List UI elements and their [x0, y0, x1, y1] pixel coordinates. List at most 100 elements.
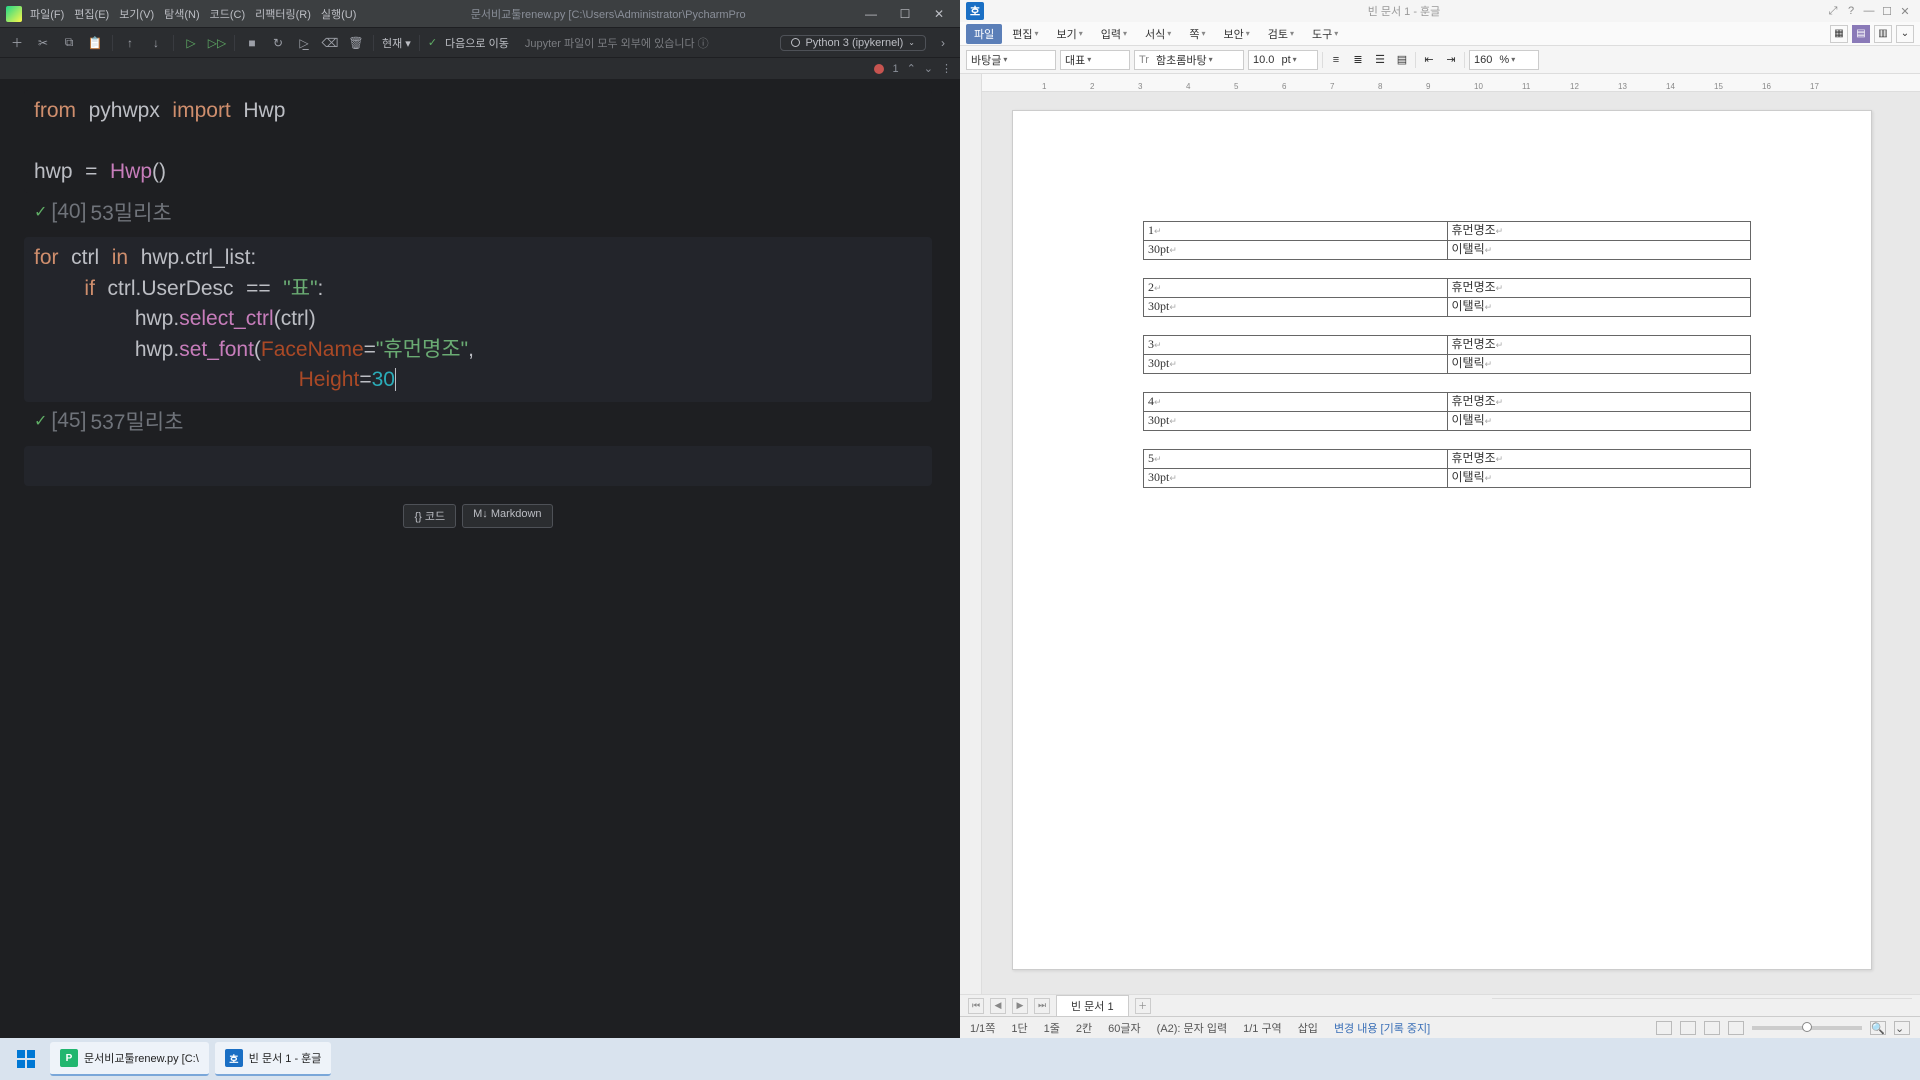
- zoom-fit-icon[interactable]: 🔍: [1870, 1021, 1886, 1035]
- para-combo[interactable]: 대표▾: [1060, 50, 1130, 70]
- close-button[interactable]: ✕: [924, 7, 954, 21]
- horizontal-scrollbar[interactable]: [1492, 998, 1912, 1014]
- move-down-icon[interactable]: ↓: [147, 34, 165, 52]
- move-up-icon[interactable]: ↑: [121, 34, 139, 52]
- status-col: 2칸: [1076, 1020, 1092, 1036]
- ruler-tick: 6: [1282, 82, 1286, 91]
- run-config-dropdown[interactable]: 현재 ▾: [382, 35, 411, 51]
- indent-icon[interactable]: ⇤: [1420, 51, 1438, 69]
- delete-icon[interactable]: 🗑: [347, 34, 365, 52]
- taskbar-app[interactable]: P문서비교툴renew.py [C:\: [50, 1042, 209, 1076]
- view-mode-4-icon[interactable]: [1728, 1021, 1744, 1035]
- maximize-button[interactable]: ☐: [890, 7, 920, 21]
- zoom-slider[interactable]: [1752, 1026, 1862, 1030]
- ruler-tick: 9: [1426, 82, 1430, 91]
- notebook-editor[interactable]: from pyhwpx import Hwp hwp = Hwp()✓[40] …: [0, 80, 960, 1038]
- zoom-menu-icon[interactable]: ⌄: [1894, 1021, 1910, 1035]
- align-center-icon[interactable]: ≣: [1349, 51, 1367, 69]
- add-markdown-cell-button[interactable]: M↓ Markdown: [462, 504, 552, 528]
- minimize-button[interactable]: —: [856, 7, 886, 21]
- run-all-icon[interactable]: ▷▷: [208, 34, 226, 52]
- copy-icon[interactable]: ⧉: [60, 34, 78, 52]
- tab-last-icon[interactable]: ⏭: [1034, 998, 1050, 1014]
- restart-icon[interactable]: ↻: [269, 34, 287, 52]
- view-mode-1-icon[interactable]: [1656, 1021, 1672, 1035]
- error-indicator-icon[interactable]: [874, 64, 884, 74]
- pycharm-menu-item[interactable]: 편집(E): [70, 4, 113, 24]
- fontsize-combo[interactable]: 10.0 pt▾: [1248, 50, 1318, 70]
- clear-icon[interactable]: ⌫: [321, 34, 339, 52]
- page-viewport[interactable]: 1↵휴먼명조↵30pt↵이탤릭↵ 2↵휴먼명조↵30pt↵이탤릭↵ 3↵휴먼명조↵3…: [982, 92, 1920, 994]
- document-table[interactable]: 2↵휴먼명조↵30pt↵이탤릭↵: [1143, 278, 1751, 317]
- paste-icon[interactable]: 📋: [86, 34, 104, 52]
- font-combo[interactable]: Tr 함초롬바탕▾: [1134, 50, 1244, 70]
- pycharm-menu-item[interactable]: 보기(V): [115, 4, 158, 24]
- add-code-cell-button[interactable]: {} 코드: [403, 504, 456, 528]
- pycharm-menu-item[interactable]: 코드(C): [206, 4, 250, 24]
- taskbar-app[interactable]: 호빈 문서 1 - 훈글: [215, 1042, 332, 1076]
- run-above-icon[interactable]: ▷̲: [295, 34, 313, 52]
- nav-up-icon[interactable]: ⌃: [907, 62, 916, 75]
- pycharm-menu-item[interactable]: 파일(F): [26, 4, 68, 24]
- code-cell[interactable]: for ctrl in hwp.ctrl_list: if ctrl.UserD…: [24, 237, 932, 401]
- document-table[interactable]: 1↵휴먼명조↵30pt↵이탤릭↵: [1143, 221, 1751, 260]
- view-mode-3-icon[interactable]: [1704, 1021, 1720, 1035]
- goto-next-label[interactable]: 다음으로 이동: [445, 35, 509, 51]
- hg-maximize-button[interactable]: ☐: [1878, 5, 1896, 18]
- document-table[interactable]: 4↵휴먼명조↵30pt↵이탤릭↵: [1143, 392, 1751, 431]
- zoom-combo[interactable]: 160 %▾: [1469, 50, 1539, 70]
- hangul-menu-item[interactable]: 쪽▾: [1181, 24, 1213, 44]
- align-justify-icon[interactable]: ▤: [1393, 51, 1411, 69]
- view-mode-2-icon[interactable]: [1680, 1021, 1696, 1035]
- pycharm-menu-item[interactable]: 실행(U): [317, 4, 361, 24]
- hg-minimize-button[interactable]: —: [1860, 5, 1878, 17]
- tab-first-icon[interactable]: ⏮: [968, 998, 984, 1014]
- view-toggle-1[interactable]: ▦: [1830, 25, 1848, 43]
- hangul-menu-item[interactable]: 서식▾: [1137, 24, 1179, 44]
- cell-output-status: ✓[40] 53밀리초: [24, 195, 932, 229]
- stop-icon[interactable]: ■: [243, 34, 261, 52]
- add-tab-icon[interactable]: ＋: [1135, 998, 1151, 1014]
- view-toggle-3[interactable]: ▥: [1874, 25, 1892, 43]
- ruler-tick: 10: [1474, 82, 1483, 91]
- pycharm-menu-item[interactable]: 탐색(N): [160, 4, 204, 24]
- code-cell[interactable]: from pyhwpx import Hwp hwp = Hwp(): [24, 90, 932, 193]
- document-page[interactable]: 1↵휴먼명조↵30pt↵이탤릭↵ 2↵휴먼명조↵30pt↵이탤릭↵ 3↵휴먼명조↵3…: [1012, 110, 1872, 970]
- document-table[interactable]: 5↵휴먼명조↵30pt↵이탤릭↵: [1143, 449, 1751, 488]
- add-cell-icon[interactable]: ＋: [8, 34, 26, 52]
- start-button[interactable]: [8, 1042, 44, 1076]
- hangul-title: 빈 문서 1 - 훈글: [984, 3, 1824, 19]
- hangul-menu-item[interactable]: 보안▾: [1215, 24, 1257, 44]
- outdent-icon[interactable]: ⇥: [1442, 51, 1460, 69]
- hangul-statusbar: 1/1쪽 1단 1줄 2칸 60글자 (A2): 문자 입력 1/1 구역 삽입…: [960, 1016, 1920, 1038]
- hangul-menu-item[interactable]: 파일: [966, 24, 1002, 44]
- hangul-menu-item[interactable]: 입력▾: [1093, 24, 1135, 44]
- tab-next-icon[interactable]: ▶: [1012, 998, 1028, 1014]
- ruler-tick: 3: [1138, 82, 1142, 91]
- view-toggle-2[interactable]: ▤: [1852, 25, 1870, 43]
- run-cell-icon[interactable]: ▷: [182, 34, 200, 52]
- inspection-menu-icon[interactable]: ⋮: [941, 62, 952, 75]
- align-left-icon[interactable]: ≡: [1327, 51, 1345, 69]
- hg-expand-icon[interactable]: ⤢: [1824, 5, 1842, 18]
- hg-close-button[interactable]: ✕: [1896, 5, 1914, 18]
- document-table[interactable]: 3↵휴먼명조↵30pt↵이탤릭↵: [1143, 335, 1751, 374]
- empty-cell[interactable]: [24, 446, 932, 486]
- kernel-selector[interactable]: Python 3 (ipykernel) ⌄: [780, 35, 926, 51]
- cut-icon[interactable]: ✂: [34, 34, 52, 52]
- align-right-icon[interactable]: ☰: [1371, 51, 1389, 69]
- view-toggle-dropdown[interactable]: ⌄: [1896, 25, 1914, 43]
- hangul-menu-item[interactable]: 도구▾: [1304, 24, 1346, 44]
- hangul-menu-item[interactable]: 검토▾: [1260, 24, 1302, 44]
- hangul-menu-item[interactable]: 편집▾: [1004, 24, 1046, 44]
- tab-prev-icon[interactable]: ◀: [990, 998, 1006, 1014]
- hg-help-icon[interactable]: ?: [1842, 5, 1860, 17]
- hangul-titlebar: 호 빈 문서 1 - 훈글 ⤢ ? — ☐ ✕: [960, 0, 1920, 22]
- status-track[interactable]: 변경 내용 [기록 중지]: [1334, 1020, 1430, 1036]
- pycharm-menu-item[interactable]: 리팩터링(R): [251, 4, 315, 24]
- hangul-menu-item[interactable]: 보기▾: [1049, 24, 1091, 44]
- toolbar-overflow-icon[interactable]: ›: [934, 34, 952, 52]
- nav-down-icon[interactable]: ⌄: [924, 62, 933, 75]
- document-tab[interactable]: 빈 문서 1: [1056, 995, 1129, 1016]
- style-combo[interactable]: 바탕글▾: [966, 50, 1056, 70]
